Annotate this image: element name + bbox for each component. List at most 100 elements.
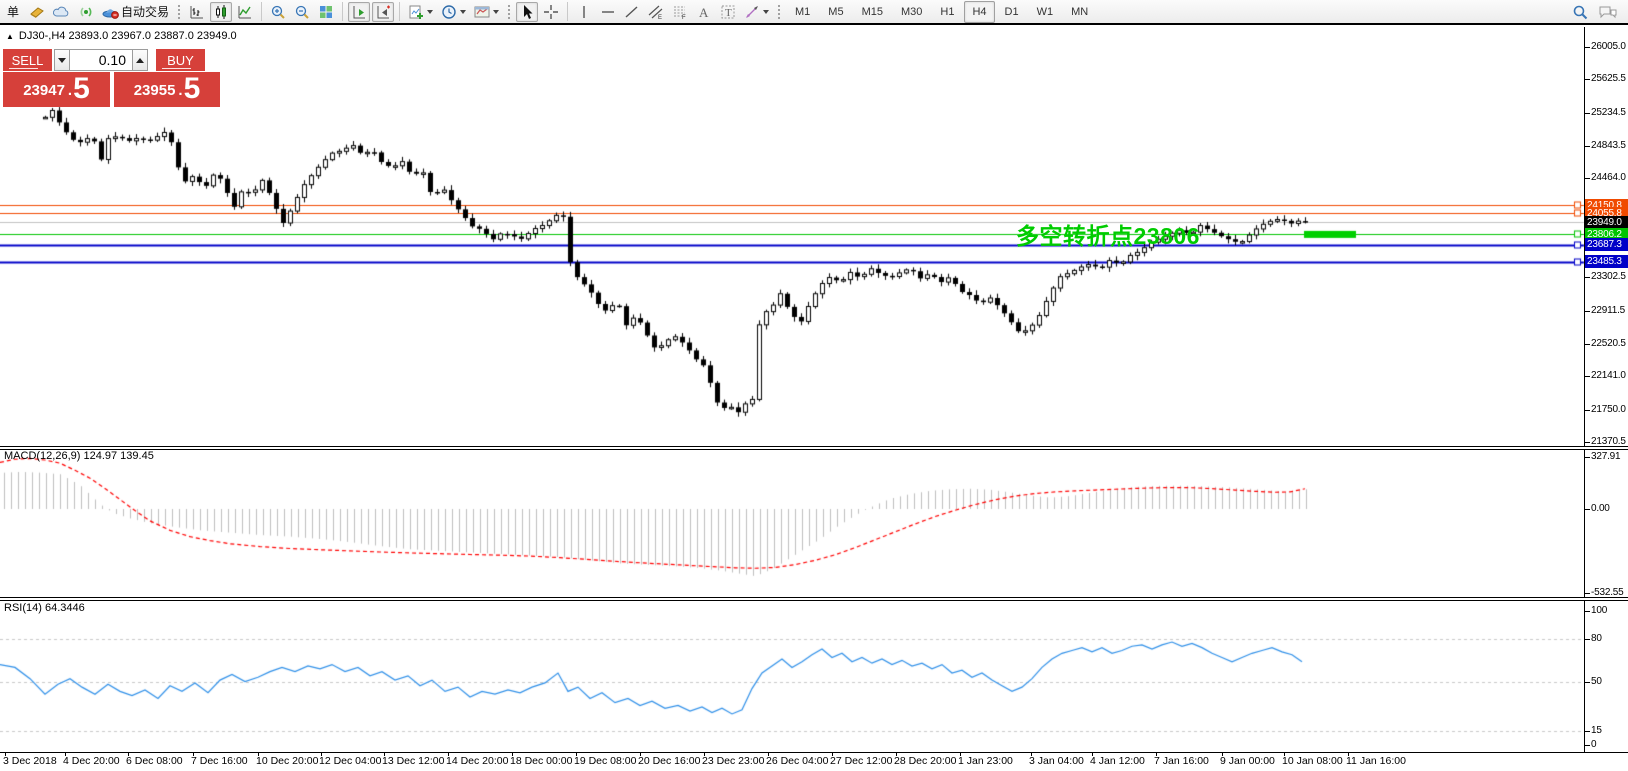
rsi-tick-dash [1585,639,1590,640]
line-chart-button[interactable] [234,2,256,22]
trade-top-row: SELL 0.10 BUY [3,49,221,71]
chart-title: DJ30-,H4 23893.0 23967.0 23887.0 23949.0 [19,30,237,42]
autotrading-button[interactable]: 自动交易 [99,2,172,22]
macd-tick-dash [1585,457,1590,458]
buy-price-big-digit: 5 [184,74,201,104]
buy-button[interactable]: BUY [156,49,205,71]
chart-title-bar: ▲ DJ30-,H4 23893.0 23967.0 23887.0 23949… [6,30,237,42]
periods-button[interactable] [438,2,469,22]
trendline-icon [624,4,640,20]
price-tick: 25625.5 [1591,73,1626,84]
line-chart-icon [237,4,253,20]
text-button[interactable]: A [693,2,715,22]
timeframe-d1[interactable]: D1 [997,1,1027,23]
templates-button[interactable] [471,2,502,22]
date-tick [1348,752,1349,756]
date-tick [832,752,833,756]
date-tick [258,752,259,756]
date-label: 18 Dec 00:00 [510,755,572,767]
svg-text:T: T [725,7,732,19]
price-tick-dash [1585,442,1590,443]
crosshair-button[interactable] [540,2,562,22]
tile-windows-icon [318,4,334,20]
timeframe-m1[interactable]: M1 [787,1,818,23]
svg-text:F: F [682,15,686,20]
equidistant-channel-button[interactable]: E [645,2,667,22]
new-chart-icon [408,4,424,20]
toolbar-separator [399,2,400,21]
date-label: 1 Jan 23:00 [958,755,1013,767]
new-chart-button[interactable] [405,2,436,22]
buy-price[interactable]: 23955 . 5 [114,72,220,107]
toolbar-grip[interactable] [506,3,512,21]
date-label: 23 Dec 23:00 [702,755,764,767]
toolbar-grip[interactable] [176,3,182,21]
panel-divider-rsi[interactable] [0,597,1628,601]
toolbar-grip[interactable] [776,3,782,21]
date-label: 19 Dec 08:00 [574,755,636,767]
timeframe-w1[interactable]: W1 [1029,1,1062,23]
signals-button[interactable] [75,2,97,22]
bar-chart-button[interactable] [186,2,208,22]
candlestick-chart-button[interactable] [210,2,232,22]
toolbar-separator [567,2,568,21]
text-a-icon: A [697,4,711,20]
timeframe-mn[interactable]: MN [1063,1,1096,23]
zoom-in-button[interactable] [267,2,289,22]
tile-windows-button[interactable] [315,2,337,22]
auto-scroll-button[interactable] [348,2,370,22]
text-label-button[interactable]: T [717,2,739,22]
chart-plot-area[interactable] [0,27,1628,752]
volume-increase-button[interactable] [132,49,148,71]
timeframe-m15[interactable]: M15 [854,1,891,23]
rsi-tick-dash [1585,611,1590,612]
timeframe-m5[interactable]: M5 [820,1,851,23]
line-price-tag: 23485.3 [1585,255,1628,268]
horizontal-line-button[interactable] [597,2,619,22]
date-label: 4 Dec 20:00 [63,755,120,767]
date-label: 7 Jan 16:00 [1154,755,1209,767]
main-toolbar: 单 自动交易 [0,0,1628,25]
one-click-trading-panel: SELL 0.10 BUY 23947 . 5 23955 . 5 [3,49,221,107]
cursor-button[interactable] [516,2,538,22]
autotrading-hat-icon [102,4,120,19]
timeframe-h4[interactable]: H4 [964,1,994,23]
macd-tick: -532.55 [1591,587,1624,598]
timeframe-h1[interactable]: H1 [932,1,962,23]
market-watch-button[interactable] [26,2,48,22]
trendline-button[interactable] [621,2,643,22]
timeframe-m30[interactable]: M30 [893,1,930,23]
arrows-button[interactable] [741,2,772,22]
trade-price-row: 23947 . 5 23955 . 5 [3,72,221,107]
date-tick [321,752,322,756]
price-tick: 23302.5 [1591,271,1626,282]
search-icon[interactable] [1572,4,1588,20]
arrows-icon [744,4,760,20]
date-label: 11 Jan 16:00 [1346,755,1406,767]
rsi-label: RSI(14) 64.3446 [4,602,85,614]
chevron-down-icon [493,10,499,14]
chart-annotation: 多空转折点23806 [1016,217,1200,251]
price-tick-dash [1585,344,1590,345]
panel-divider-macd[interactable] [0,446,1628,450]
price-tick: 22141.0 [1591,370,1626,381]
collapse-icon[interactable]: ▲ [6,32,14,41]
chevron-down-icon [427,10,433,14]
zoom-out-button[interactable] [291,2,313,22]
fibonacci-button[interactable]: F [669,2,691,22]
chat-icon[interactable] [1598,4,1618,20]
new-order-button[interactable]: 单 [2,2,24,22]
rsi-tick: 100 [1591,605,1607,616]
date-label: 27 Dec 12:00 [830,755,892,767]
chart-shift-button[interactable] [372,2,394,22]
buy-button-label: BUY [167,53,194,68]
price-tick: 24464.0 [1591,172,1626,183]
sell-button[interactable]: SELL [3,49,52,71]
cloud-button[interactable] [50,2,73,22]
vertical-line-button[interactable] [573,2,595,22]
price-tick-dash [1585,277,1590,278]
date-tick [448,752,449,756]
volume-decrease-button[interactable] [54,49,70,71]
volume-input[interactable]: 0.10 [70,49,132,71]
sell-price[interactable]: 23947 . 5 [3,72,110,107]
